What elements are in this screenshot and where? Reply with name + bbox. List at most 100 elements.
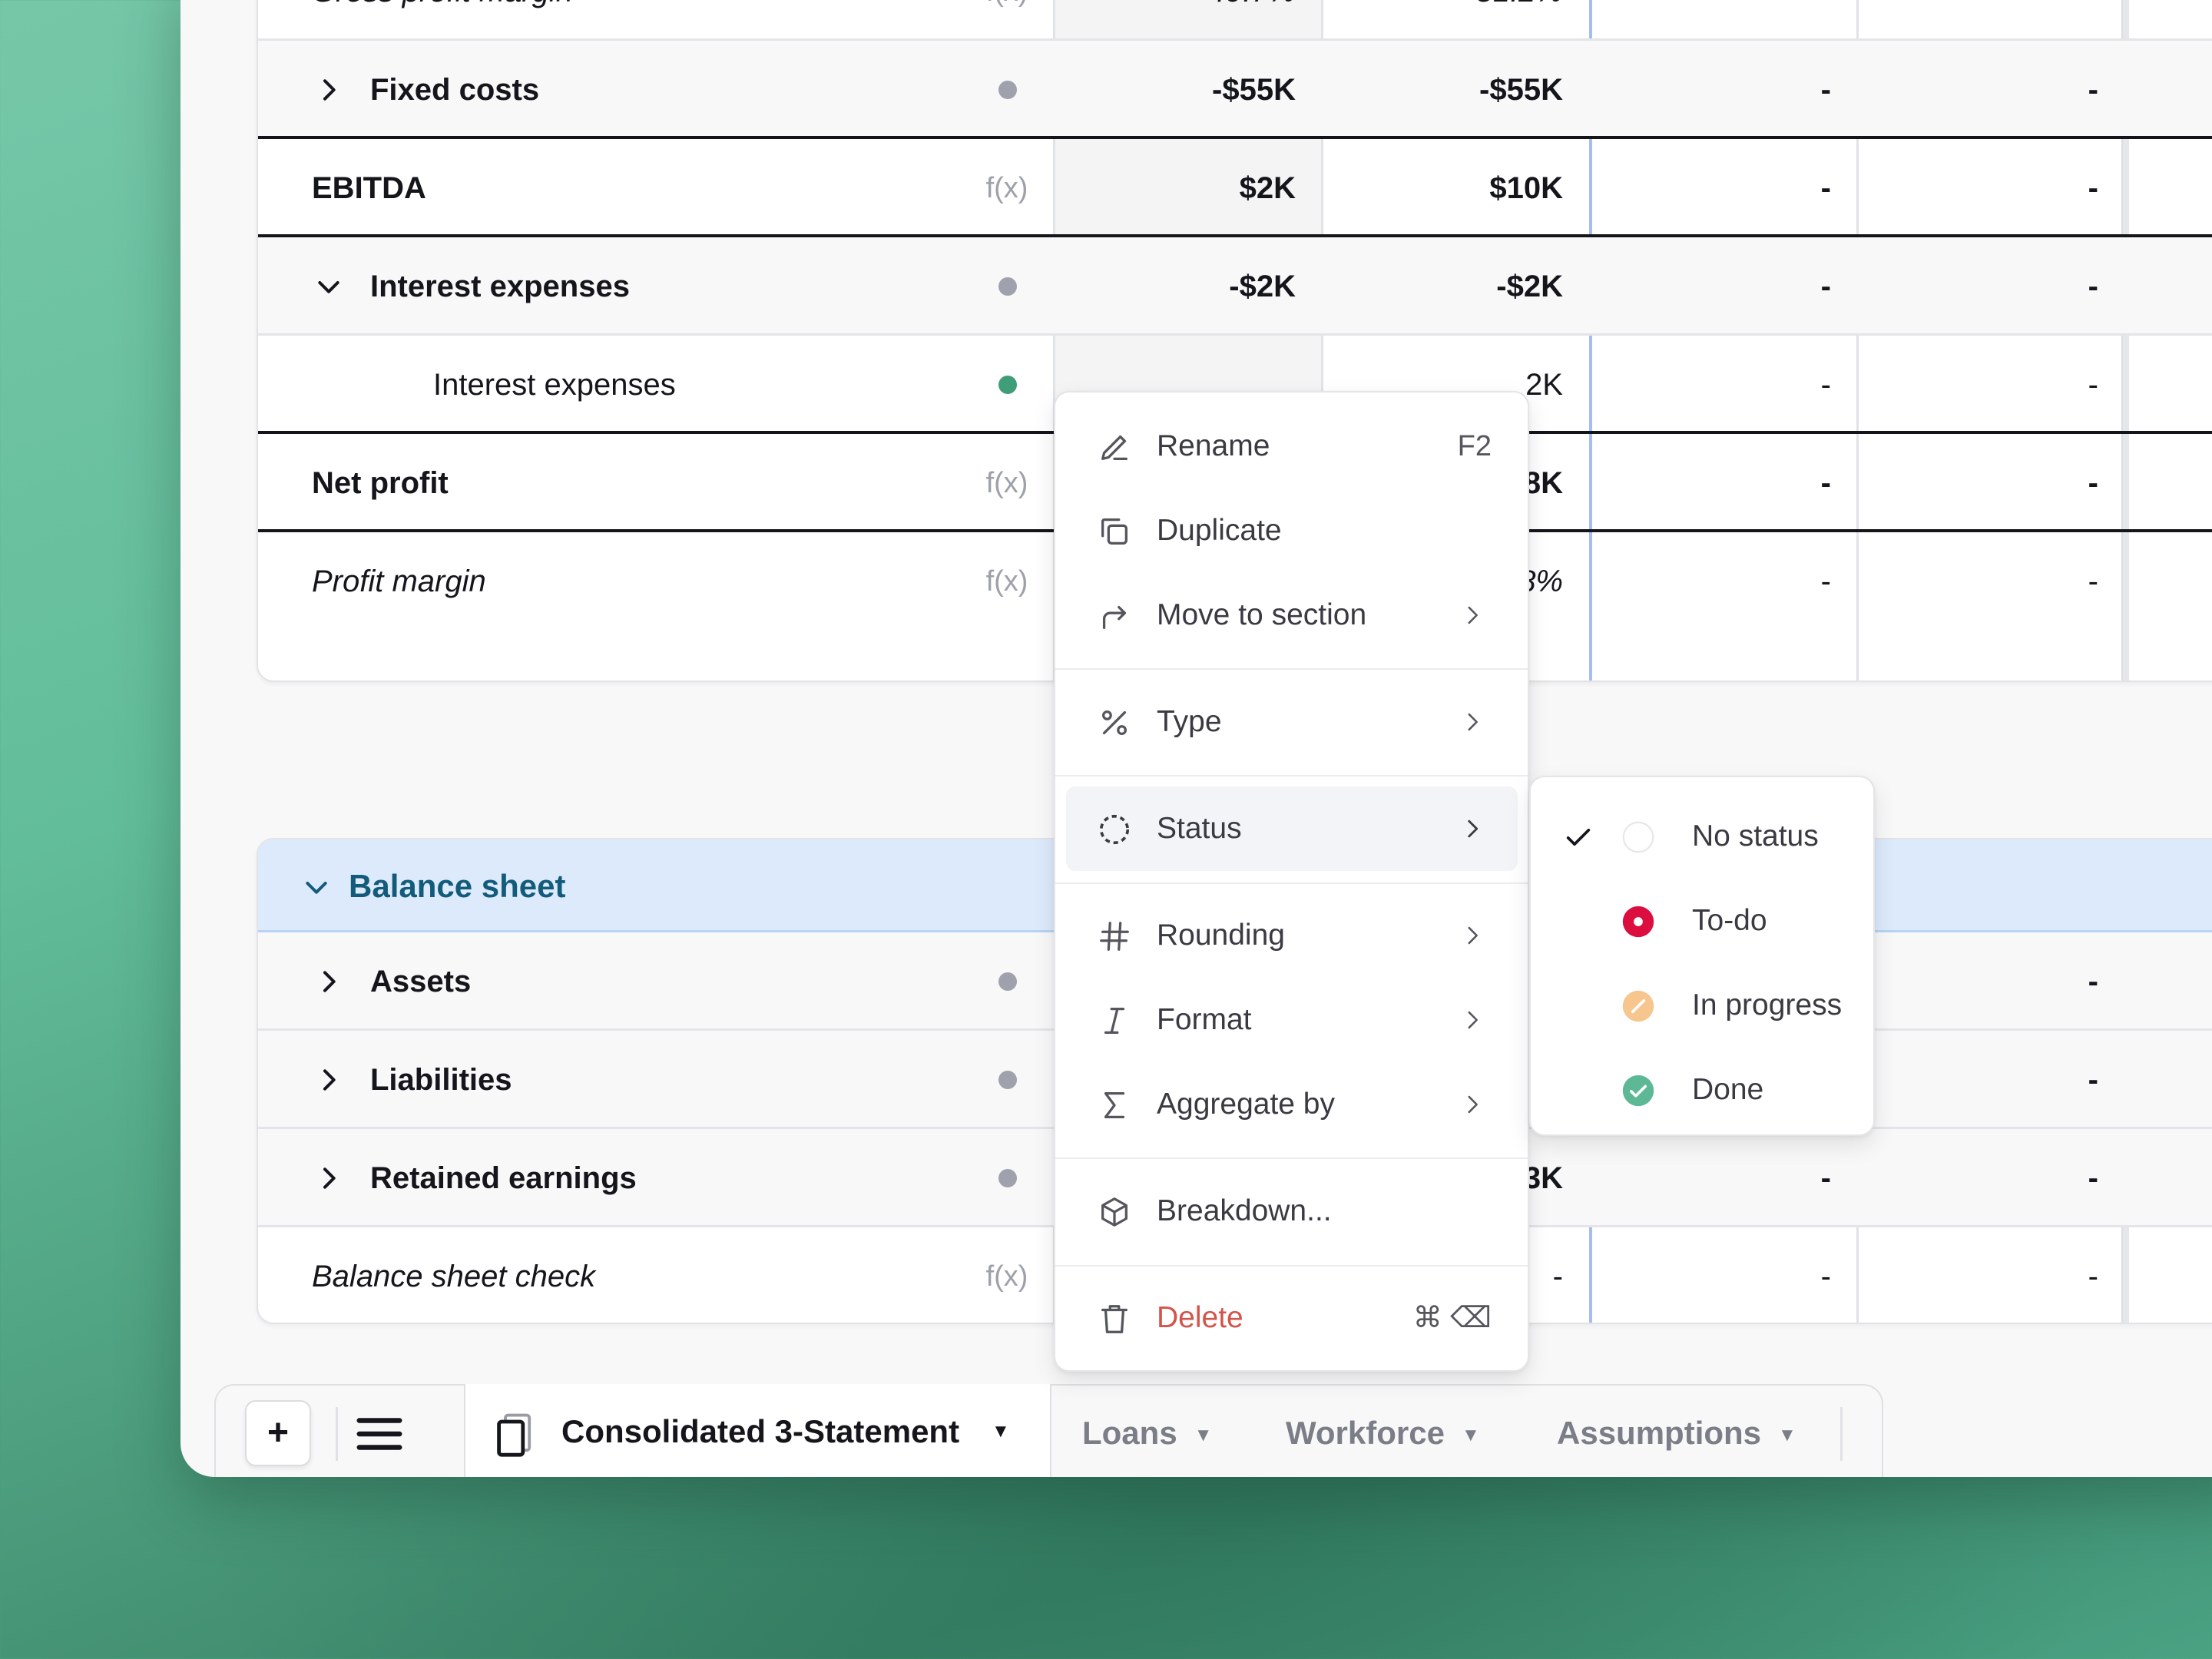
tab-label: Consolidated 3-Statement	[561, 1413, 960, 1449]
cell-value[interactable]: -	[1859, 932, 2098, 1031]
italic-icon	[1104, 1008, 1125, 1034]
cube-icon	[1101, 1197, 1128, 1227]
cell-value[interactable]: -	[1591, 434, 1831, 532]
tab-workforce[interactable]: Workforce ▼	[1286, 1386, 1480, 1477]
menu-item-type[interactable]: Type	[1066, 680, 1518, 764]
chevron-down-icon[interactable]	[313, 271, 344, 302]
trash-icon	[1101, 1305, 1128, 1333]
chevron-right-icon	[1468, 1011, 1478, 1029]
table-row[interactable]: Interest expenses -$2K -$2K - -	[258, 237, 2212, 336]
caret-down-icon[interactable]: ▼	[1778, 1425, 1796, 1445]
formula-icon: f(x)	[985, 565, 1028, 598]
caret-down-icon[interactable]: ▼	[1194, 1425, 1213, 1445]
tab-assumptions[interactable]: Assumptions ▼	[1557, 1386, 1796, 1477]
status-dot[interactable]	[998, 376, 1017, 394]
cell-value[interactable]: -	[1591, 139, 1831, 237]
menu-item-aggregate-by[interactable]: Aggregate by	[1066, 1062, 1518, 1147]
table-row[interactable]: Gross profit margin f(x) 49.7% 51.2% - -	[258, 0, 2212, 41]
cell-value[interactable]: 49.7%	[1056, 0, 1296, 41]
menu-item-move-to-section[interactable]: Move to section	[1066, 573, 1518, 657]
chevron-right-icon[interactable]	[313, 1163, 344, 1194]
menu-item-rounding[interactable]: Rounding	[1066, 893, 1518, 978]
status-dot[interactable]	[998, 81, 1017, 99]
cell-value[interactable]: -$2K	[1056, 237, 1296, 336]
status-option-to-do[interactable]: To-do	[1538, 879, 1867, 963]
shortcut-hint: F2	[1457, 430, 1492, 462]
menu-separator	[1055, 1157, 1528, 1159]
table-row[interactable]: EBITDA f(x) $2K $10K - -	[258, 139, 2212, 237]
menu-item-format[interactable]: Format	[1066, 978, 1518, 1062]
cell-value[interactable]: -	[1859, 336, 2098, 434]
cell-value[interactable]: -	[1591, 237, 1831, 336]
cell-value[interactable]: -	[1859, 1031, 2098, 1129]
todo-circle-icon	[1622, 906, 1654, 938]
percent-icon	[1101, 710, 1128, 736]
formula-icon: f(x)	[985, 467, 1028, 499]
cell-value[interactable]: -	[1859, 237, 2098, 336]
menu-item-breakdown[interactable]: Breakdown...	[1066, 1169, 1518, 1253]
row-label: Fixed costs	[370, 73, 540, 107]
menu-separator	[1055, 775, 1528, 777]
menu-separator	[1055, 668, 1528, 670]
sigma-icon	[1104, 1092, 1125, 1118]
menu-item-rename[interactable]: Rename F2	[1066, 404, 1518, 488]
done-check-icon	[1622, 1075, 1654, 1107]
status-option-in-progress[interactable]: In progress	[1538, 963, 1867, 1048]
menu-separator	[1055, 882, 1528, 884]
caret-down-icon[interactable]: ▼	[1462, 1425, 1480, 1445]
cell-value[interactable]: -	[1859, 0, 2098, 41]
menu-item-duplicate[interactable]: Duplicate	[1066, 488, 1518, 573]
cell-value[interactable]: $2K	[1056, 139, 1296, 237]
chevron-right-icon	[1468, 606, 1478, 624]
cell-value[interactable]: -	[1591, 1227, 1831, 1323]
cell-value[interactable]: -	[1591, 532, 1831, 631]
menu-item-status[interactable]: Status	[1066, 786, 1518, 871]
formula-icon: f(x)	[985, 1260, 1028, 1293]
status-dot[interactable]	[998, 1169, 1017, 1187]
status-dot[interactable]	[998, 277, 1017, 296]
row-label: Interest expenses	[370, 270, 630, 303]
chevron-right-icon[interactable]	[313, 1065, 344, 1095]
chevron-right-icon[interactable]	[313, 966, 344, 997]
row-label: Net profit	[312, 466, 449, 500]
table-row[interactable]: Fixed costs -$55K -$55K - -	[258, 41, 2212, 139]
row-label: Profit margin	[312, 565, 486, 598]
chevron-right-icon[interactable]	[313, 75, 344, 105]
status-dot[interactable]	[998, 1071, 1017, 1089]
menu-item-delete[interactable]: Delete ⌘ ⌫	[1066, 1276, 1518, 1360]
tab-loans[interactable]: Loans ▼	[1082, 1386, 1212, 1477]
cell-value[interactable]: -	[1591, 0, 1831, 41]
chevron-right-icon	[1468, 713, 1478, 731]
cell-value[interactable]: -$55K	[1323, 41, 1563, 139]
chevron-down-icon[interactable]	[301, 872, 332, 902]
divider	[1840, 1407, 1843, 1461]
chevron-right-icon	[1468, 926, 1478, 945]
cell-value[interactable]: -	[1859, 532, 2098, 631]
cell-value[interactable]: -	[1859, 1129, 2098, 1227]
status-option-done[interactable]: Done	[1538, 1048, 1867, 1132]
sheet-document-icon	[497, 1413, 531, 1457]
cell-value[interactable]: -	[1859, 1227, 2098, 1323]
app-window: Gross profit margin f(x) 49.7% 51.2% - -…	[180, 0, 2212, 1477]
cell-value[interactable]: -	[1591, 336, 1831, 434]
row-label: Balance sheet check	[312, 1260, 596, 1293]
cell-value[interactable]: -	[1859, 434, 2098, 532]
caret-down-icon[interactable]: ▼	[992, 1384, 1010, 1477]
shortcut-hint: ⌘ ⌫	[1412, 1302, 1492, 1334]
cell-value[interactable]: -	[1591, 41, 1831, 139]
divider	[336, 1407, 338, 1461]
cell-value[interactable]: -	[1859, 139, 2098, 237]
row-context-menu: Rename F2 Duplicate Move to section Type…	[1054, 391, 1529, 1372]
cell-value[interactable]: -	[1591, 1129, 1831, 1227]
status-dot[interactable]	[998, 972, 1017, 991]
formula-icon: f(x)	[972, 0, 1041, 41]
add-sheet-button[interactable]: +	[245, 1400, 311, 1466]
cell-value[interactable]: -$2K	[1323, 237, 1563, 336]
cell-value[interactable]: -$55K	[1056, 41, 1296, 139]
status-option-no-status[interactable]: No status	[1538, 794, 1867, 879]
hamburger-menu-icon[interactable]	[353, 1407, 406, 1461]
cell-value[interactable]: 51.2%	[1323, 0, 1563, 41]
cell-value[interactable]: -	[1859, 41, 2098, 139]
cell-value[interactable]: $10K	[1323, 139, 1563, 237]
tab-consolidated-3-statement[interactable]: Consolidated 3-Statement ▼	[464, 1384, 1051, 1477]
